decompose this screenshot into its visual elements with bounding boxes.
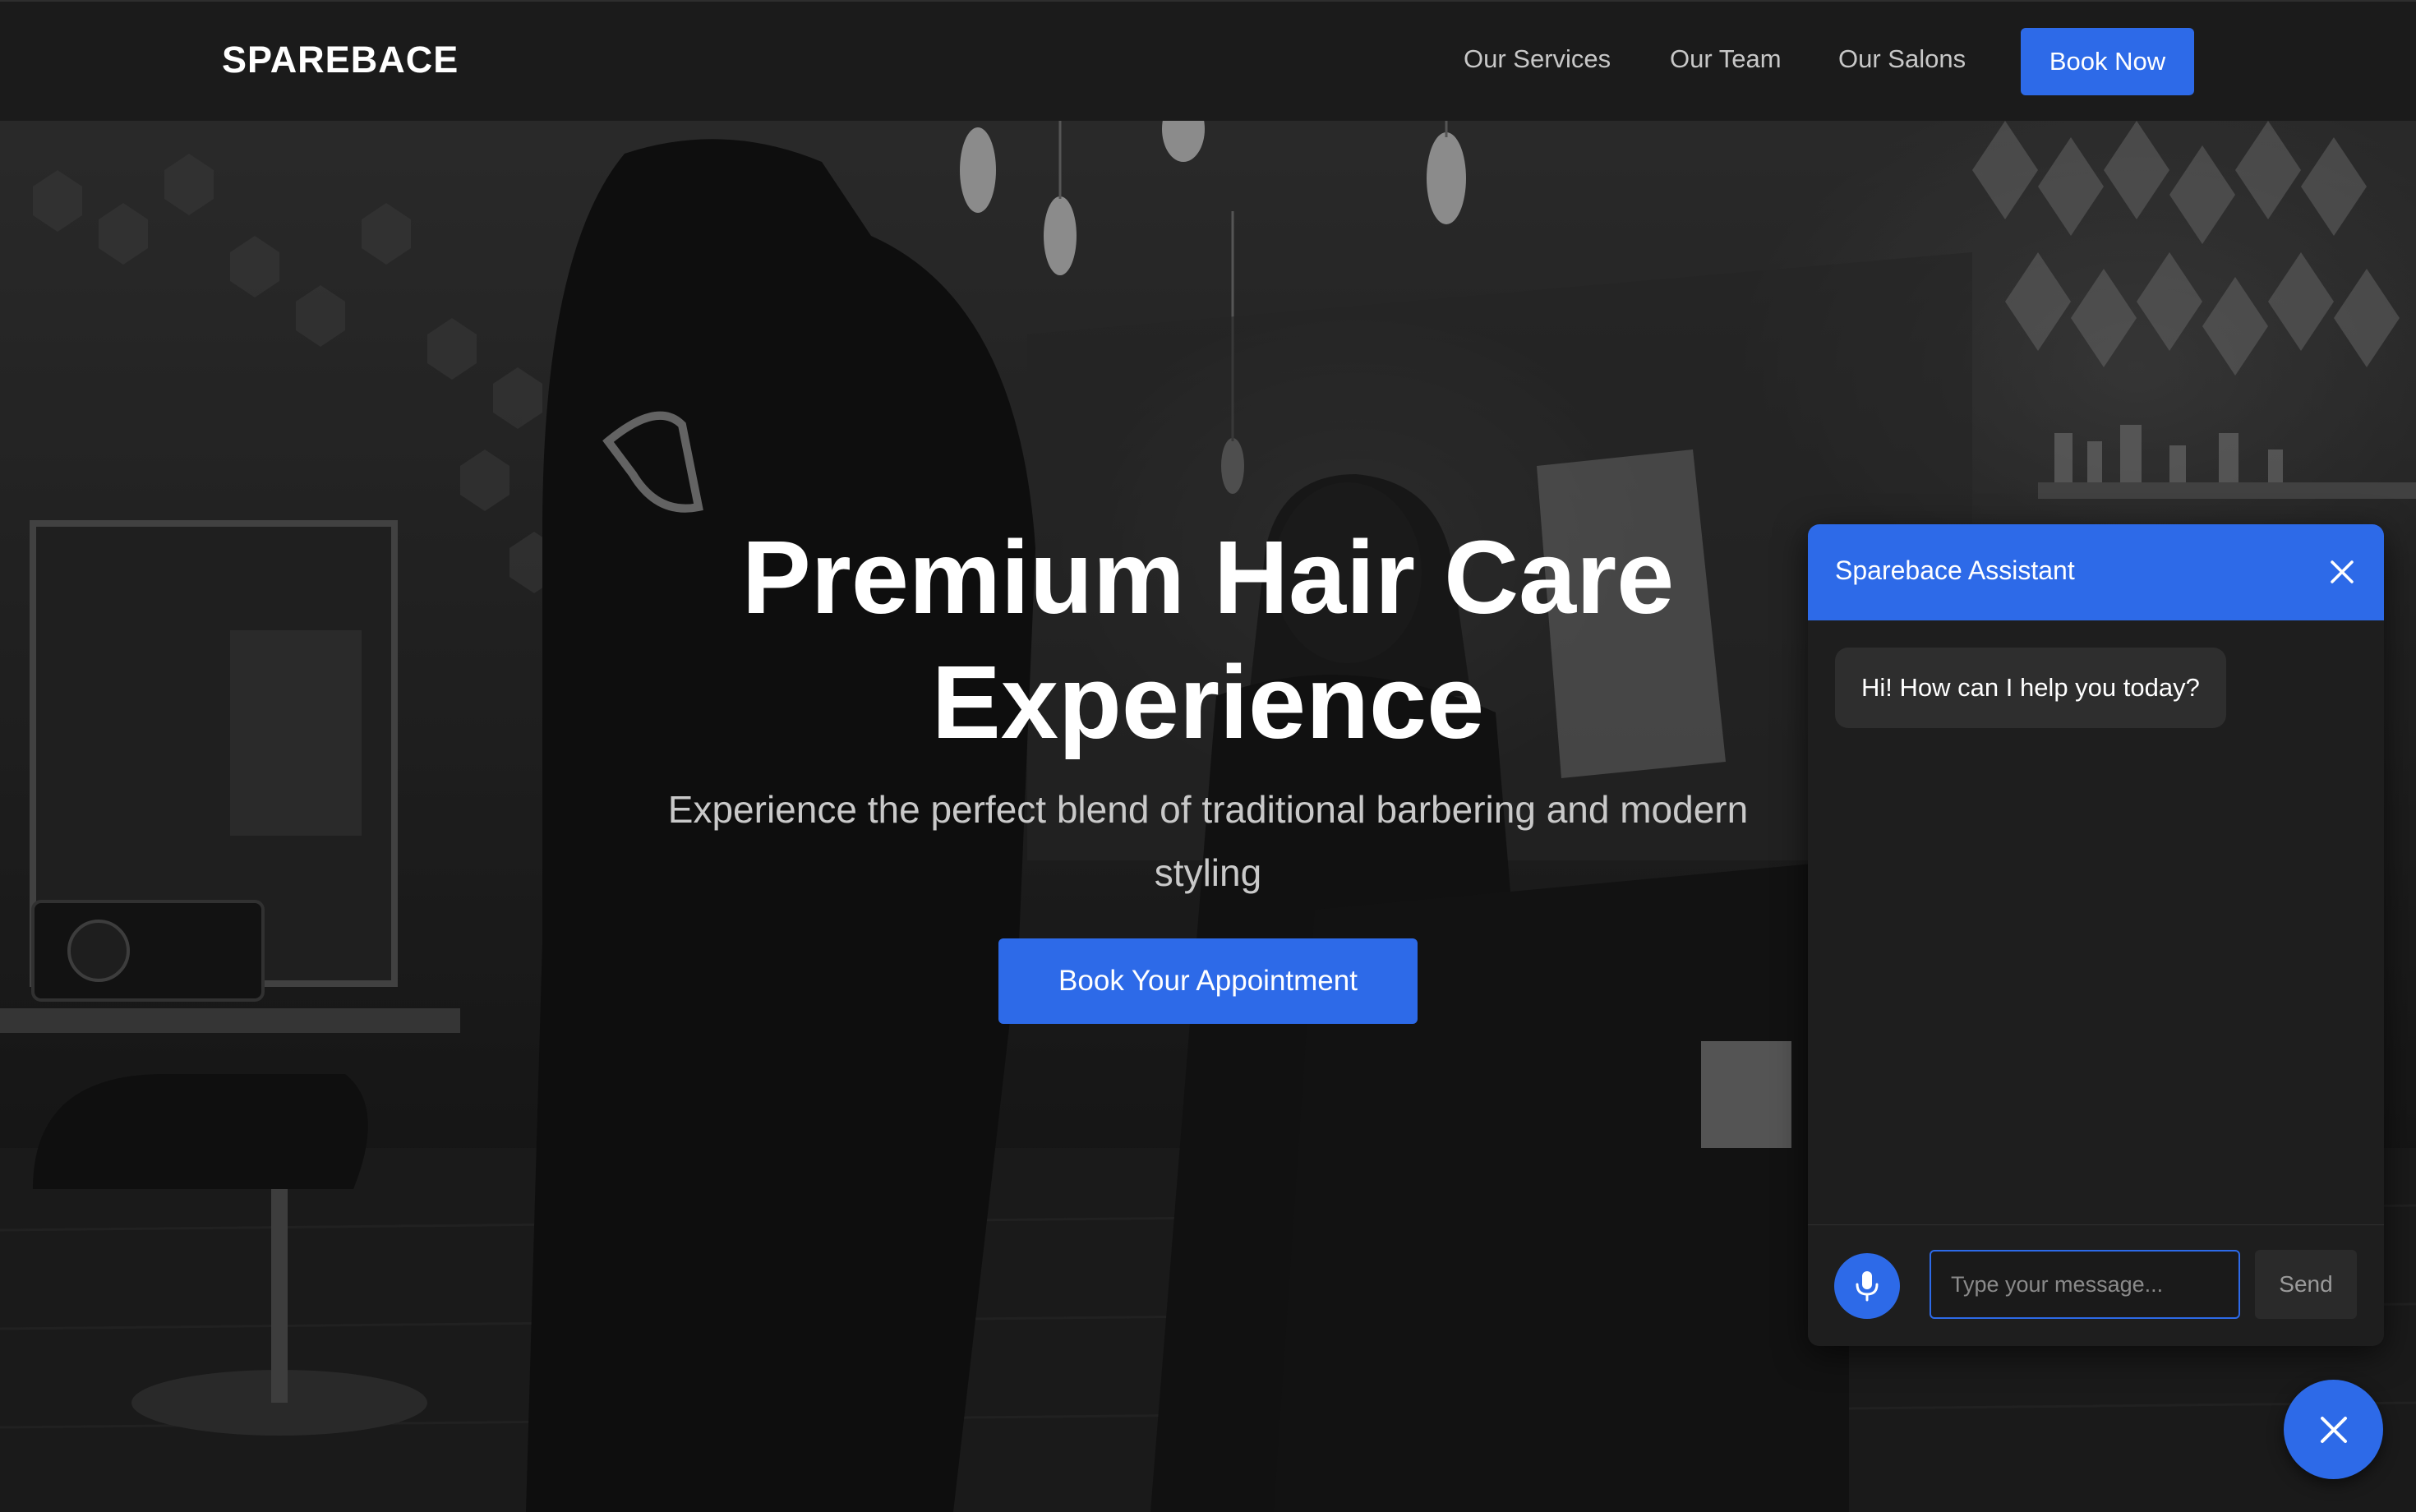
microphone-icon: [1856, 1271, 1879, 1302]
book-now-button[interactable]: Book Now: [2021, 28, 2194, 95]
chat-toggle-button[interactable]: [2284, 1380, 2383, 1479]
hero-subtitle: Experience the perfect blend of traditio…: [667, 788, 1749, 894]
send-button[interactable]: Send: [2255, 1250, 2357, 1319]
close-icon: [2320, 1416, 2347, 1443]
page: SPAREBACE Our Services Our Team Our Salo…: [0, 0, 2416, 1512]
nav-link-team[interactable]: Our Team: [1670, 44, 1782, 74]
microphone-button[interactable]: [1834, 1253, 1900, 1319]
nav-link-services[interactable]: Our Services: [1464, 44, 1611, 74]
book-appointment-button[interactable]: Book Your Appointment: [998, 938, 1418, 1024]
chat-input-bar: Send: [1808, 1224, 2384, 1346]
chat-message-input[interactable]: [1930, 1250, 2240, 1319]
chat-messages: Hi! How can I help you today?: [1808, 524, 2384, 832]
hero-title: Premium Hair Care Experience: [741, 519, 1675, 760]
chat-panel: Sparebace Assistant Hi! How can I help y…: [1808, 524, 2384, 1346]
chat-message-assistant: Hi! How can I help you today?: [1835, 648, 2226, 728]
nav-link-salons[interactable]: Our Salons: [1838, 44, 1966, 74]
top-nav: SPAREBACE Our Services Our Team Our Salo…: [0, 0, 2416, 121]
